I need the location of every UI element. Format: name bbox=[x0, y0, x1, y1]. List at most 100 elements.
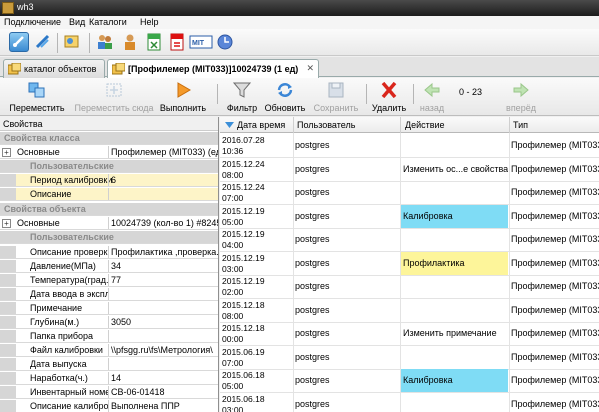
object-properties-section[interactable]: Свойства объекта bbox=[0, 203, 218, 216]
table-row[interactable]: 2015.12.19 05:00 postgres Калибровка Профиле… bbox=[220, 204, 599, 229]
column-type[interactable]: Тип bbox=[513, 120, 528, 130]
class-properties-section[interactable]: Свойства класса bbox=[0, 132, 218, 145]
connect-icon[interactable] bbox=[9, 32, 29, 52]
cell-type: Профилемер (MIT033) bbox=[511, 140, 599, 150]
cell-date: 2015.06.19 bbox=[222, 346, 265, 357]
excel-icon[interactable] bbox=[144, 32, 164, 52]
property-key: Описание проверки bbox=[30, 247, 108, 257]
property-value[interactable]: 14 bbox=[111, 373, 218, 383]
table-row[interactable]: 2015.12.18 08:00 postgres Профилемер (MIT03… bbox=[220, 299, 599, 323]
property-value[interactable]: Выполнена ППР bbox=[111, 401, 218, 411]
column-user[interactable]: Пользователь bbox=[297, 120, 355, 130]
column-datetime[interactable]: Дата время bbox=[237, 120, 285, 130]
cell-type: Профилемер (MIT033) bbox=[511, 234, 599, 244]
table-row[interactable]: 2015.12.24 08:00 postgres Изменить ос...е с… bbox=[220, 158, 599, 182]
table-row[interactable]: 2015.12.19 02:00 postgres Профилемер (MIT03… bbox=[220, 275, 599, 299]
cell-datetime: 2015.12.19 04:00 bbox=[222, 228, 293, 252]
property-row[interactable]: Глубина(м.) 3050 bbox=[0, 316, 218, 329]
cell-user: postgres bbox=[295, 163, 330, 174]
property-row[interactable]: Температура(град.С)77 bbox=[0, 274, 218, 287]
table-row[interactable]: 2016.07.28 10:36 postgres Профилемер (MIT03… bbox=[220, 134, 599, 158]
cell-date: 2015.12.24 bbox=[222, 158, 265, 169]
cell-time: 07:00 bbox=[222, 357, 244, 368]
table-row[interactable]: 2015.12.19 03:00 postgres Профилактика Профи… bbox=[220, 251, 599, 276]
forward-arrow-icon bbox=[513, 82, 529, 98]
refresh-button[interactable]: Обновить bbox=[263, 80, 307, 114]
property-value[interactable]: Профилактика ,проверка. bbox=[111, 247, 218, 257]
cell-type: Профилемер (MIT033) bbox=[511, 351, 599, 362]
pdf-icon[interactable] bbox=[167, 32, 187, 52]
cell-action bbox=[401, 134, 508, 157]
cell-time: 08:00 bbox=[222, 310, 244, 321]
expand-icon[interactable]: + bbox=[2, 148, 11, 157]
property-row[interactable]: Инвентарный номер СВ-06-01418 bbox=[0, 386, 218, 399]
cell-time: 00:00 bbox=[222, 334, 244, 344]
delete-button[interactable]: Удалить bbox=[369, 80, 409, 114]
tab-object-catalog[interactable]: каталог объектов bbox=[3, 59, 105, 78]
cell-action bbox=[401, 346, 508, 369]
clock-icon[interactable] bbox=[215, 32, 235, 52]
calibration-period-row[interactable]: Период калибровки 6 bbox=[0, 174, 218, 187]
object-main-row[interactable]: + Основные 10024739 (кол-во 1) #8245 bbox=[0, 217, 218, 230]
property-row[interactable]: Давление(МПа) 34 bbox=[0, 260, 218, 273]
cell-datetime: 2015.06.19 07:00 bbox=[222, 346, 293, 370]
cell-action: Изменить ос...е свойства bbox=[401, 158, 508, 181]
column-action[interactable]: Действие bbox=[405, 120, 445, 130]
property-row[interactable]: Дата ввода в эксплуатацию bbox=[0, 288, 218, 301]
table-row[interactable]: 2015.12.24 07:00 postgres Профилемер (MIT03… bbox=[220, 181, 599, 205]
property-key: Температура(град.С) bbox=[30, 275, 108, 285]
property-row[interactable]: Папка прибора bbox=[0, 330, 218, 343]
page-range: 0 - 23 bbox=[459, 87, 483, 97]
menu-help[interactable]: Help bbox=[140, 17, 159, 27]
next-page-button[interactable]: вперёд bbox=[502, 80, 540, 114]
property-row[interactable]: Описание проверки Профилактика ,проверка. bbox=[0, 246, 218, 259]
save-icon bbox=[328, 82, 344, 98]
move-icon bbox=[28, 82, 45, 98]
property-row[interactable]: Описание калибровкиВыполнена ППР bbox=[0, 400, 218, 412]
users-icon[interactable] bbox=[95, 32, 115, 52]
table-row[interactable]: 2015.06.18 03:00 postgres Профилемер (MIT03… bbox=[220, 393, 599, 412]
properties-header: Свойства bbox=[0, 117, 218, 131]
property-value[interactable]: СВ-06-01418 bbox=[111, 387, 218, 397]
property-row[interactable]: Примечание bbox=[0, 302, 218, 315]
menu-catalogs[interactable]: Каталоги bbox=[89, 17, 127, 27]
prev-page-button[interactable]: назад bbox=[417, 80, 447, 114]
table-row[interactable]: 2015.06.19 07:00 postgres Профилемер (MIT03… bbox=[220, 346, 599, 370]
property-row[interactable]: Наработка(ч.) 14 bbox=[0, 372, 218, 385]
user-icon[interactable] bbox=[120, 32, 140, 52]
expand-icon[interactable]: + bbox=[2, 219, 11, 228]
settings-icon[interactable] bbox=[62, 32, 82, 52]
menu-view[interactable]: Вид bbox=[69, 17, 85, 27]
menu-bar: Подключение Вид Каталоги Help bbox=[0, 16, 599, 29]
property-value[interactable]: 3050 bbox=[111, 317, 218, 327]
save-button[interactable]: Сохранить bbox=[310, 80, 362, 114]
description-row[interactable]: Описание bbox=[0, 188, 218, 201]
mit-icon[interactable]: MIT bbox=[189, 32, 213, 52]
class-main-row[interactable]: + Основные Профилемер (MIT033) (ед bbox=[0, 146, 218, 159]
cell-time: 10:36 bbox=[222, 146, 244, 156]
close-tab-icon[interactable]: ✕ bbox=[306, 63, 314, 74]
action-label: Изменить примечание bbox=[403, 328, 497, 338]
filter-button[interactable]: Фильтр bbox=[223, 80, 261, 114]
property-row[interactable]: Дата выпуска bbox=[0, 358, 218, 371]
move-here-button[interactable]: Переместить сюда bbox=[74, 80, 154, 114]
disconnect-icon[interactable] bbox=[33, 32, 53, 52]
table-row[interactable]: 2015.06.18 05:00 postgres Калибровка Профиле… bbox=[220, 369, 599, 393]
property-value[interactable]: 77 bbox=[111, 275, 218, 285]
cell-datetime: 2015.06.18 03:00 bbox=[222, 393, 293, 412]
table-row[interactable]: 2015.12.18 00:00 postgres Изменить примечан… bbox=[220, 322, 599, 346]
menu-connect[interactable]: Подключение bbox=[4, 17, 61, 27]
property-row[interactable]: Файл калибровки \\pfsgg.ru\fs\Метрология\ bbox=[0, 344, 218, 357]
cell-type: Профилемер (MIT033) bbox=[511, 304, 599, 315]
tab-profilemer[interactable]: [Профилемер (MIT033)]10024739 (1 ед) ✕ bbox=[107, 59, 319, 79]
cell-action bbox=[401, 393, 508, 412]
filter-icon bbox=[233, 82, 251, 98]
move-button[interactable]: Переместить bbox=[8, 80, 66, 114]
action-label: Изменить ос...е свойства bbox=[403, 163, 508, 174]
property-value[interactable]: \\pfsgg.ru\fs\Метрология\ bbox=[111, 345, 218, 355]
execute-button[interactable]: Выполнить bbox=[156, 80, 210, 114]
property-value[interactable]: 34 bbox=[111, 261, 218, 271]
cell-datetime: 2015.12.18 08:00 bbox=[222, 299, 293, 323]
cell-date: 2015.12.24 bbox=[222, 182, 265, 192]
table-row[interactable]: 2015.12.19 04:00 postgres Профилемер (MIT03… bbox=[220, 228, 599, 252]
